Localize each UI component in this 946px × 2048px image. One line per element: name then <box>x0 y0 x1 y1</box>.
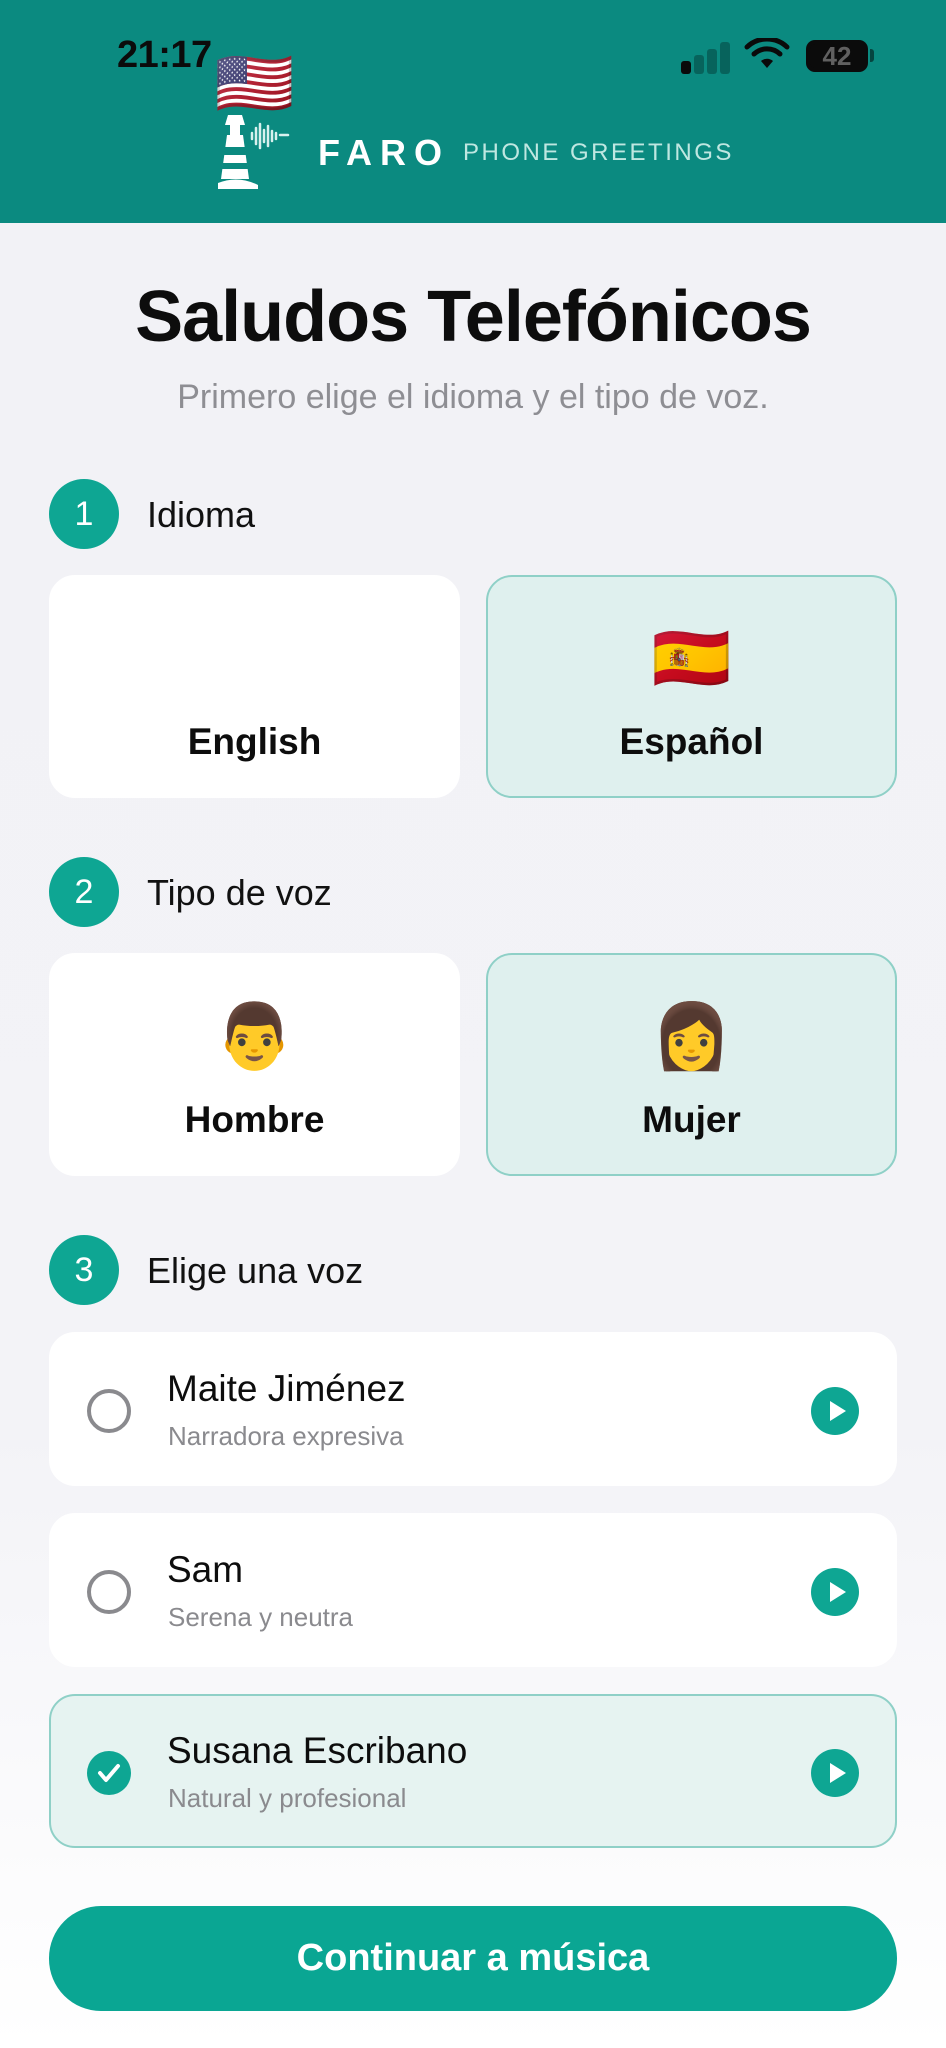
language-label: English <box>187 721 322 762</box>
voice-option-maite[interactable]: Maite Jiménez Narradora expresiva <box>49 1332 897 1486</box>
page-title: Saludos Telefónicos <box>135 277 812 357</box>
radio-button-checked[interactable] <box>87 1751 131 1795</box>
voice-type-option-hombre[interactable]: 👨 Hombre <box>49 953 460 1176</box>
step-1-badge: 1 <box>49 479 119 549</box>
radio-button[interactable] <box>87 1570 131 1614</box>
voice-name: Susana Escribano <box>167 1730 468 1771</box>
voice-name: Sam <box>167 1549 244 1590</box>
voice-option-sam[interactable]: Sam Serena y neutra <box>49 1513 897 1667</box>
spain-flag-icon: 🇪🇸 <box>651 622 732 694</box>
voice-type-label: Mujer <box>642 1099 741 1140</box>
battery-nub <box>870 49 874 62</box>
voice-type-option-mujer[interactable]: 👩 Mujer <box>486 953 897 1176</box>
radio-button[interactable] <box>87 1389 131 1433</box>
voice-description: Natural y profesional <box>168 1783 407 1813</box>
brand-subtitle: PHONE GREETINGS <box>463 139 734 166</box>
step-3-label: Elige una voz <box>147 1250 364 1291</box>
brand-name: FARO <box>318 132 451 173</box>
battery-level: 42 <box>822 41 852 71</box>
page-subtitle: Primero elige el idioma y el tipo de voz… <box>177 378 769 416</box>
voice-description: Narradora expresiva <box>168 1421 404 1451</box>
voice-type-label: Hombre <box>184 1099 325 1140</box>
step-3-badge: 3 <box>49 1235 119 1305</box>
man-icon: 👨 <box>214 1000 295 1072</box>
cellular-signal-icon <box>681 40 731 74</box>
language-label: Español <box>619 721 764 762</box>
play-icon[interactable] <box>811 1387 859 1435</box>
check-icon <box>98 1764 120 1782</box>
play-icon[interactable] <box>811 1568 859 1616</box>
us-flag-icon: 🇺🇸 <box>214 47 295 119</box>
step-2-badge: 2 <box>49 857 119 927</box>
voice-option-susana[interactable]: Susana Escribano Natural y profesional <box>49 1694 897 1848</box>
play-icon[interactable] <box>811 1749 859 1797</box>
step-2-label: Tipo de voz <box>147 872 332 913</box>
language-option-english[interactable]: 🇺🇸 English <box>49 47 460 798</box>
step-1-label: Idioma <box>147 494 256 535</box>
voice-description: Serena y neutra <box>168 1602 354 1632</box>
language-option-espanol[interactable]: 🇪🇸 Español <box>486 575 897 798</box>
continue-button[interactable]: Continuar a música <box>49 1906 897 2011</box>
wifi-icon <box>744 38 790 68</box>
voice-name: Maite Jiménez <box>167 1368 406 1409</box>
battery-icon: 42 <box>806 40 868 72</box>
woman-icon: 👩 <box>651 1000 732 1072</box>
lighthouse-icon <box>218 115 290 189</box>
